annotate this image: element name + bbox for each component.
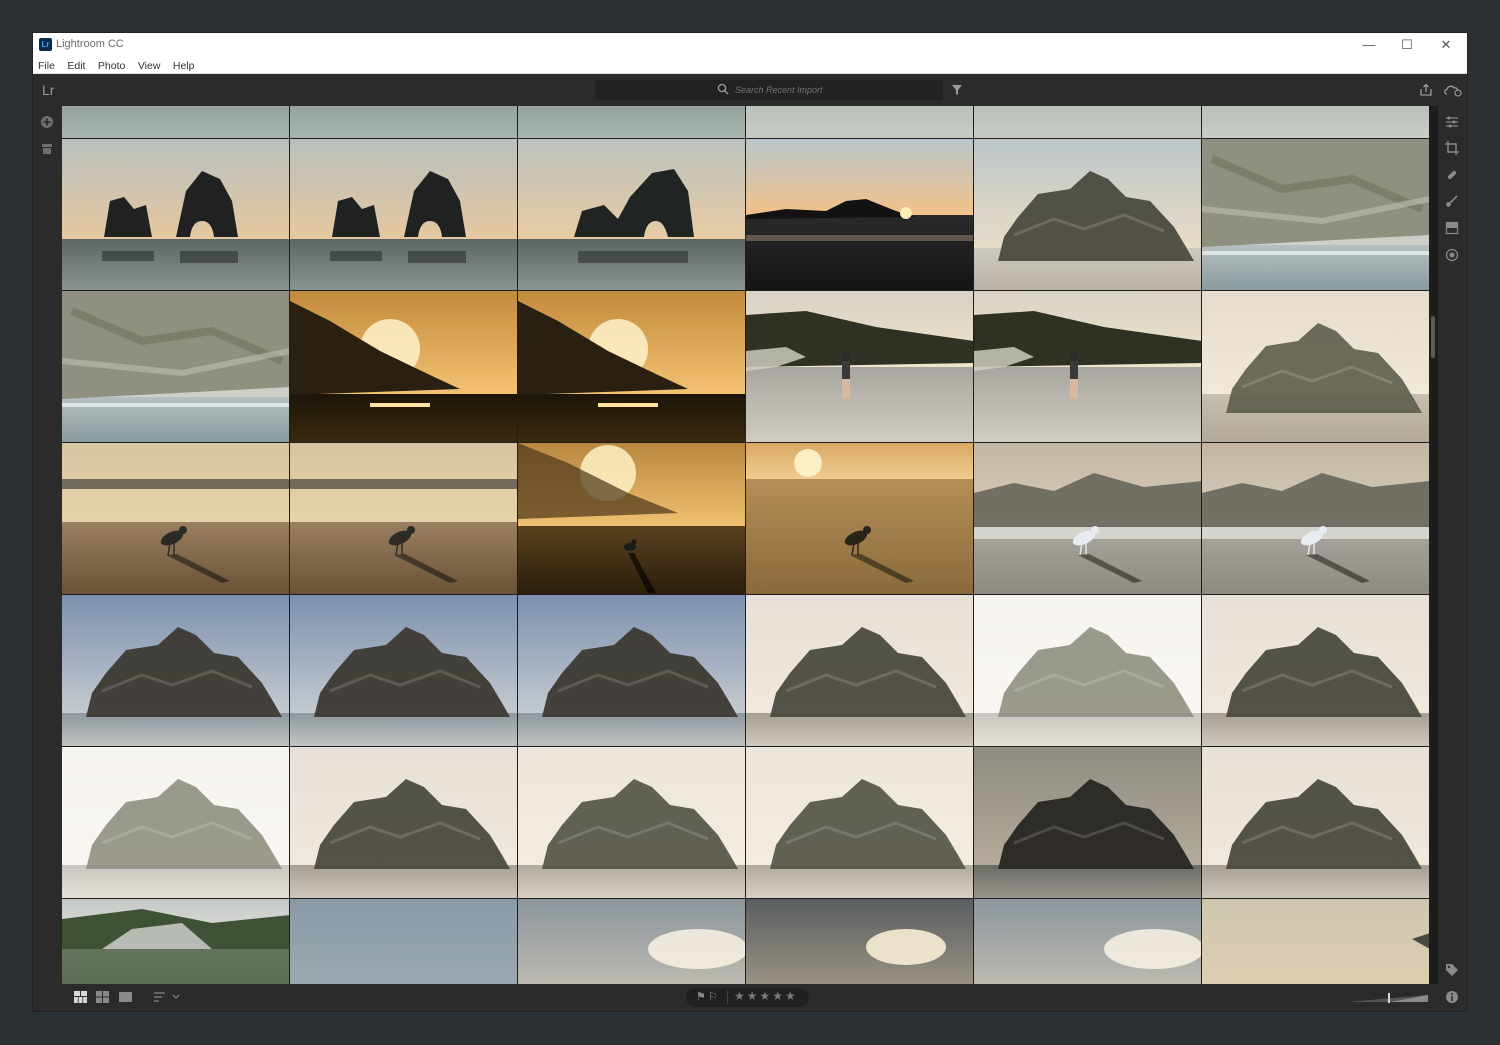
- right-rail: [1438, 106, 1467, 1011]
- lightroom-window: Lr Lightroom CC — ☐ ✕ File Edit Photo Vi…: [33, 33, 1467, 1011]
- photo-grid: [62, 106, 1429, 984]
- share-icon[interactable]: [1419, 83, 1433, 97]
- info-icon[interactable]: [1445, 990, 1459, 1004]
- photo-thumbnail[interactable]: [62, 747, 289, 898]
- photo-thumbnail[interactable]: [62, 595, 289, 746]
- search-icon: [717, 83, 729, 95]
- photo-thumbnail[interactable]: [974, 899, 1201, 984]
- menu-photo[interactable]: Photo: [98, 58, 125, 75]
- minimize-button[interactable]: —: [1349, 33, 1389, 56]
- thumbnail-size-slider[interactable]: [1348, 993, 1428, 1003]
- photo-thumbnail[interactable]: [290, 443, 517, 594]
- photo-thumbnail[interactable]: [62, 139, 289, 290]
- photo-thumbnail[interactable]: [290, 747, 517, 898]
- photo-thumbnail[interactable]: [746, 899, 973, 984]
- menu-file[interactable]: File: [38, 58, 55, 75]
- edit-sliders-icon[interactable]: [1445, 115, 1459, 129]
- photo-thumbnail[interactable]: [518, 106, 745, 138]
- photo-thumbnail[interactable]: [518, 595, 745, 746]
- rating-divider: [727, 991, 728, 1004]
- star-rating[interactable]: ★★★★★: [734, 989, 798, 1003]
- menu-help[interactable]: Help: [173, 58, 195, 75]
- library-icon[interactable]: [40, 142, 54, 156]
- photo-grid-view-icon[interactable]: [96, 991, 109, 1003]
- brush-icon[interactable]: [1445, 194, 1459, 208]
- crop-icon[interactable]: [1445, 141, 1459, 155]
- search-input[interactable]: [735, 81, 935, 99]
- menu-edit[interactable]: Edit: [67, 58, 85, 75]
- filter-icon[interactable]: [951, 84, 963, 96]
- photo-thumbnail[interactable]: [974, 747, 1201, 898]
- photo-thumbnail[interactable]: [62, 899, 289, 984]
- photo-thumbnail[interactable]: [1202, 443, 1429, 594]
- photo-thumbnail[interactable]: [1202, 139, 1429, 290]
- photo-thumbnail[interactable]: [290, 106, 517, 138]
- photo-thumbnail[interactable]: [974, 106, 1201, 138]
- photo-thumbnail[interactable]: [290, 595, 517, 746]
- title-bar: Lr Lightroom CC — ☐ ✕: [33, 33, 1467, 56]
- add-photos-icon[interactable]: [40, 115, 54, 129]
- top-toolbar: Lr: [33, 74, 1467, 106]
- photo-thumbnail[interactable]: [974, 139, 1201, 290]
- grid-scrollbar[interactable]: [1429, 106, 1438, 984]
- photo-thumbnail[interactable]: [518, 139, 745, 290]
- photo-thumbnail[interactable]: [746, 291, 973, 442]
- scrollbar-thumb[interactable]: [1431, 316, 1435, 358]
- lr-logo: Lr: [42, 82, 55, 98]
- photo-thumbnail[interactable]: [746, 443, 973, 594]
- photo-thumbnail[interactable]: [746, 595, 973, 746]
- photo-thumbnail[interactable]: [518, 291, 745, 442]
- photo-thumbnail[interactable]: [1202, 747, 1429, 898]
- close-button[interactable]: ✕: [1426, 33, 1466, 56]
- photo-thumbnail[interactable]: [974, 595, 1201, 746]
- flag-rating-control: ⚑⚐ ★★★★★: [686, 988, 809, 1007]
- linear-gradient-icon[interactable]: [1445, 221, 1459, 235]
- photo-thumbnail[interactable]: [746, 106, 973, 138]
- photo-thumbnail[interactable]: [290, 139, 517, 290]
- square-grid-view-icon[interactable]: [74, 991, 87, 1003]
- keyword-tag-icon[interactable]: [1445, 963, 1459, 977]
- photo-thumbnail[interactable]: [974, 291, 1201, 442]
- maximize-button[interactable]: ☐: [1387, 33, 1427, 56]
- photo-thumbnail[interactable]: [62, 106, 289, 138]
- sort-icon[interactable]: [153, 991, 183, 1003]
- lightroom-app-icon: Lr: [39, 38, 52, 51]
- photo-thumbnail[interactable]: [518, 899, 745, 984]
- cloud-sync-icon[interactable]: [1443, 83, 1463, 97]
- photo-thumbnail[interactable]: [746, 747, 973, 898]
- photo-thumbnail[interactable]: [1202, 106, 1429, 138]
- menu-bar: File Edit Photo View Help: [33, 56, 1467, 74]
- menu-view[interactable]: View: [138, 58, 161, 75]
- bottom-bar: ⚑⚐ ★★★★★: [33, 984, 1438, 1011]
- photo-thumbnail[interactable]: [518, 747, 745, 898]
- detail-view-icon[interactable]: [119, 991, 132, 1003]
- photo-thumbnail[interactable]: [1202, 899, 1429, 984]
- search-box[interactable]: [595, 80, 943, 100]
- photo-thumbnail[interactable]: [62, 443, 289, 594]
- photo-thumbnail[interactable]: [290, 291, 517, 442]
- left-rail: [33, 106, 62, 984]
- photo-thumbnail[interactable]: [518, 443, 745, 594]
- photo-thumbnail[interactable]: [974, 443, 1201, 594]
- window-title: Lightroom CC: [56, 38, 124, 50]
- photo-thumbnail[interactable]: [1202, 595, 1429, 746]
- radial-gradient-icon[interactable]: [1445, 248, 1459, 262]
- flag-buttons[interactable]: ⚑⚐: [696, 990, 720, 1003]
- healing-icon[interactable]: [1445, 168, 1459, 182]
- photo-thumbnail[interactable]: [746, 139, 973, 290]
- photo-thumbnail[interactable]: [290, 899, 517, 984]
- photo-thumbnail[interactable]: [62, 291, 289, 442]
- photo-thumbnail[interactable]: [1202, 291, 1429, 442]
